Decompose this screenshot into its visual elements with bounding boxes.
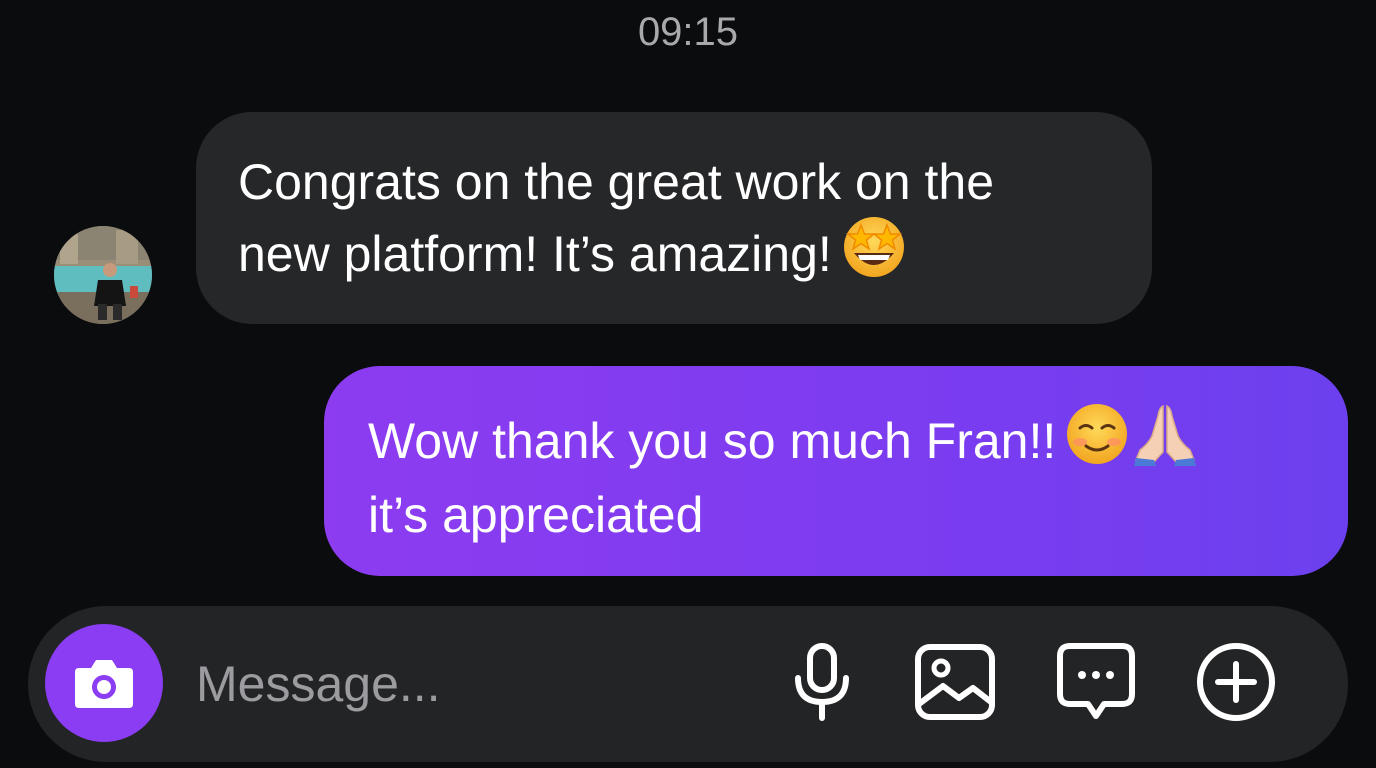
message-timestamp: 09:15 bbox=[637, 10, 739, 54]
chat-options-button[interactable] bbox=[1054, 640, 1138, 724]
microphone-icon bbox=[795, 643, 849, 721]
gallery-icon bbox=[915, 644, 995, 720]
folded-hands-icon bbox=[1132, 402, 1198, 482]
camera-icon bbox=[75, 660, 133, 708]
avatar-photo bbox=[54, 226, 152, 324]
star-struck-face-icon bbox=[840, 215, 908, 295]
message-input[interactable] bbox=[196, 652, 756, 716]
camera-button[interactable] bbox=[45, 624, 163, 742]
incoming-message-line-2: new platform! It’s amazing! bbox=[238, 215, 1110, 295]
contact-avatar[interactable] bbox=[54, 226, 152, 324]
outgoing-message-line-1: Wow thank you so much Fran!! bbox=[368, 402, 1308, 482]
incoming-message-line-1: Congrats on the great work on the bbox=[238, 154, 995, 210]
smiling-face-icon bbox=[1064, 402, 1130, 482]
outgoing-message-bubble[interactable]: Wow thank you so much Fran!! it’s apprec… bbox=[324, 366, 1348, 576]
microphone-button[interactable] bbox=[780, 640, 864, 724]
plus-icon bbox=[1197, 643, 1275, 721]
chat-bubble-icon bbox=[1057, 643, 1135, 719]
incoming-message-text: new platform! It’s amazing! bbox=[238, 226, 832, 282]
incoming-message-bubble[interactable]: Congrats on the great work on the new pl… bbox=[196, 112, 1152, 324]
add-button[interactable] bbox=[1194, 640, 1278, 724]
outgoing-message-line-2: it’s appreciated bbox=[368, 487, 704, 543]
outgoing-message-text: Wow thank you so much Fran!! bbox=[368, 413, 1057, 469]
gallery-button[interactable] bbox=[913, 640, 997, 724]
